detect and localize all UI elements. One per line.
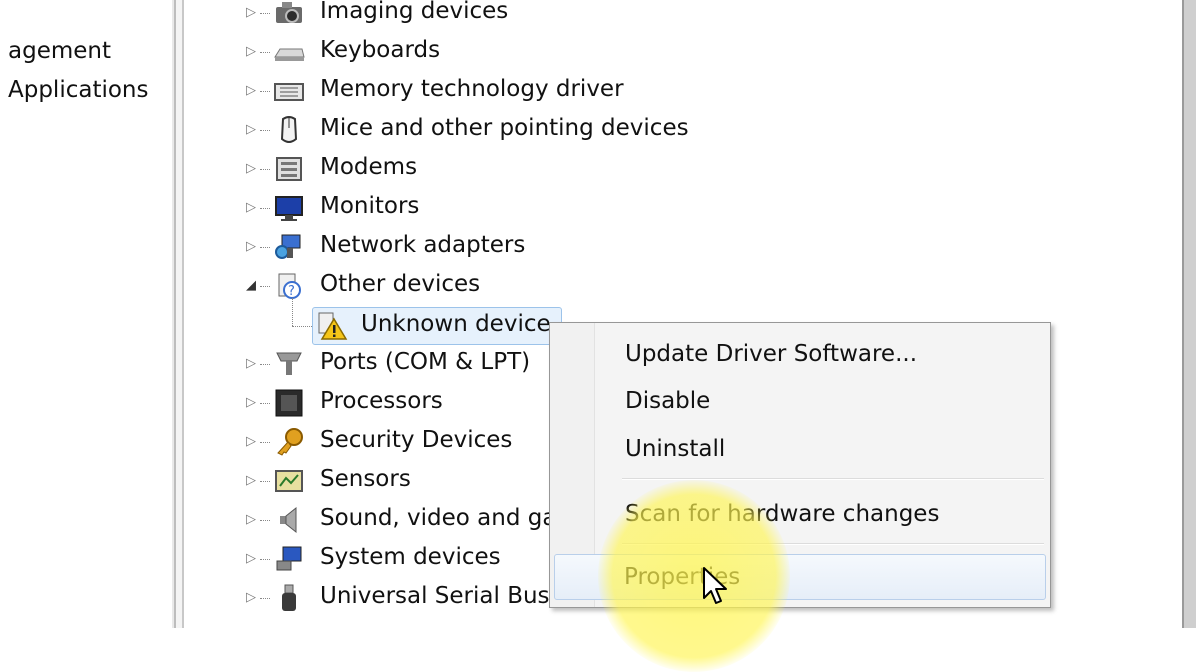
expand-arrow-icon[interactable]: ▷ (246, 84, 256, 98)
sensor-icon (272, 466, 306, 496)
context-menu: Update Driver Software... Disable Uninst… (549, 322, 1051, 608)
expand-arrow-icon[interactable]: ▷ (246, 240, 256, 254)
mouse-icon (272, 115, 306, 145)
tree-item-label: Processors (320, 388, 443, 414)
menu-item-label: Uninstall (625, 436, 726, 462)
tree-item-label: Network adapters (320, 232, 526, 258)
tree-item-keyboards[interactable]: ▷ Keyboards (186, 33, 1182, 72)
expand-arrow-icon[interactable]: ▷ (246, 162, 256, 176)
tree-item-label: Sensors (320, 466, 411, 492)
menu-separator (622, 478, 1044, 480)
scan-hardware-menu-item[interactable]: Scan for hardware changes (554, 493, 1046, 533)
processor-icon (272, 388, 306, 418)
tree-item-label: Security Devices (320, 427, 513, 453)
tree-item-monitors[interactable]: ▷ Monitors (186, 189, 1182, 228)
tree-item-label: Sound, video and ga (320, 505, 557, 531)
tree-item-imaging-devices[interactable]: ▷ Imaging devices (186, 0, 1182, 33)
uninstall-menu-item[interactable]: Uninstall (554, 428, 1046, 468)
unknown-device-category-icon: ? (272, 271, 306, 301)
usb-icon (272, 583, 306, 613)
tree-item-label: System devices (320, 544, 501, 570)
monitor-icon (272, 193, 306, 223)
expand-arrow-icon[interactable]: ▷ (246, 357, 256, 371)
tree-item-label: Mice and other pointing devices (320, 115, 689, 141)
expand-arrow-icon[interactable]: ▷ (246, 201, 256, 215)
menu-separator (622, 543, 1044, 545)
pane-splitter[interactable] (172, 0, 186, 628)
left-pane-item-management[interactable]: agement (8, 38, 111, 64)
mouse-pointer-icon (702, 566, 730, 608)
network-adapter-icon (272, 232, 306, 262)
disable-menu-item[interactable]: Disable (554, 380, 1046, 420)
tree-item-other-devices[interactable]: ◢ ? Other devices (186, 267, 1182, 306)
tree-item-modems[interactable]: ▷ Modems (186, 150, 1182, 189)
port-icon (272, 349, 306, 379)
properties-menu-item[interactable]: Properties (554, 554, 1046, 600)
speaker-icon (272, 505, 306, 535)
tree-item-label: Modems (320, 154, 418, 180)
tree-item-label: Other devices (320, 271, 481, 297)
update-driver-menu-item[interactable]: Update Driver Software... (554, 333, 1046, 373)
expand-arrow-icon[interactable]: ▷ (246, 513, 256, 527)
tree-item-label: Keyboards (320, 37, 441, 63)
tree-item-network-adapters[interactable]: ▷ Network adapters (186, 228, 1182, 267)
menu-item-label: Update Driver Software... (625, 341, 918, 367)
expand-arrow-icon[interactable]: ▷ (246, 6, 256, 20)
expand-arrow-icon[interactable]: ▷ (246, 474, 256, 488)
left-navigation-pane: agement Applications (0, 0, 172, 628)
expand-arrow-icon[interactable]: ▷ (246, 591, 256, 605)
vertical-scrollbar[interactable] (1182, 0, 1196, 628)
tree-item-label: Memory technology driver (320, 76, 624, 102)
memory-card-icon (272, 76, 306, 106)
expand-arrow-icon[interactable]: ▷ (246, 435, 256, 449)
expand-arrow-icon[interactable]: ▷ (246, 123, 256, 137)
tree-item-label: Universal Serial Bus (320, 583, 550, 609)
collapse-arrow-icon[interactable]: ◢ (246, 279, 256, 293)
tree-item-label: Monitors (320, 193, 420, 219)
modem-icon (272, 154, 306, 184)
expand-arrow-icon[interactable]: ▷ (246, 552, 256, 566)
camera-icon (272, 0, 306, 28)
tree-item-label: Ports (COM & LPT) (320, 349, 531, 375)
menu-item-label: Scan for hardware changes (625, 501, 940, 527)
tree-item-label: Imaging devices (320, 0, 509, 24)
key-icon (272, 427, 306, 457)
tree-item-mice[interactable]: ▷ Mice and other pointing devices (186, 111, 1182, 150)
expand-arrow-icon[interactable]: ▷ (246, 396, 256, 410)
left-pane-item-applications[interactable]: Applications (8, 77, 149, 103)
keyboard-icon (272, 37, 306, 67)
svg-text:?: ? (288, 284, 295, 299)
warning-device-icon (316, 311, 348, 341)
system-device-icon (272, 544, 306, 574)
tree-item-memory-technology-driver[interactable]: ▷ Memory technology driver (186, 72, 1182, 111)
tree-item-label: Unknown device (361, 311, 551, 337)
menu-item-label: Disable (625, 388, 711, 414)
expand-arrow-icon[interactable]: ▷ (246, 45, 256, 59)
